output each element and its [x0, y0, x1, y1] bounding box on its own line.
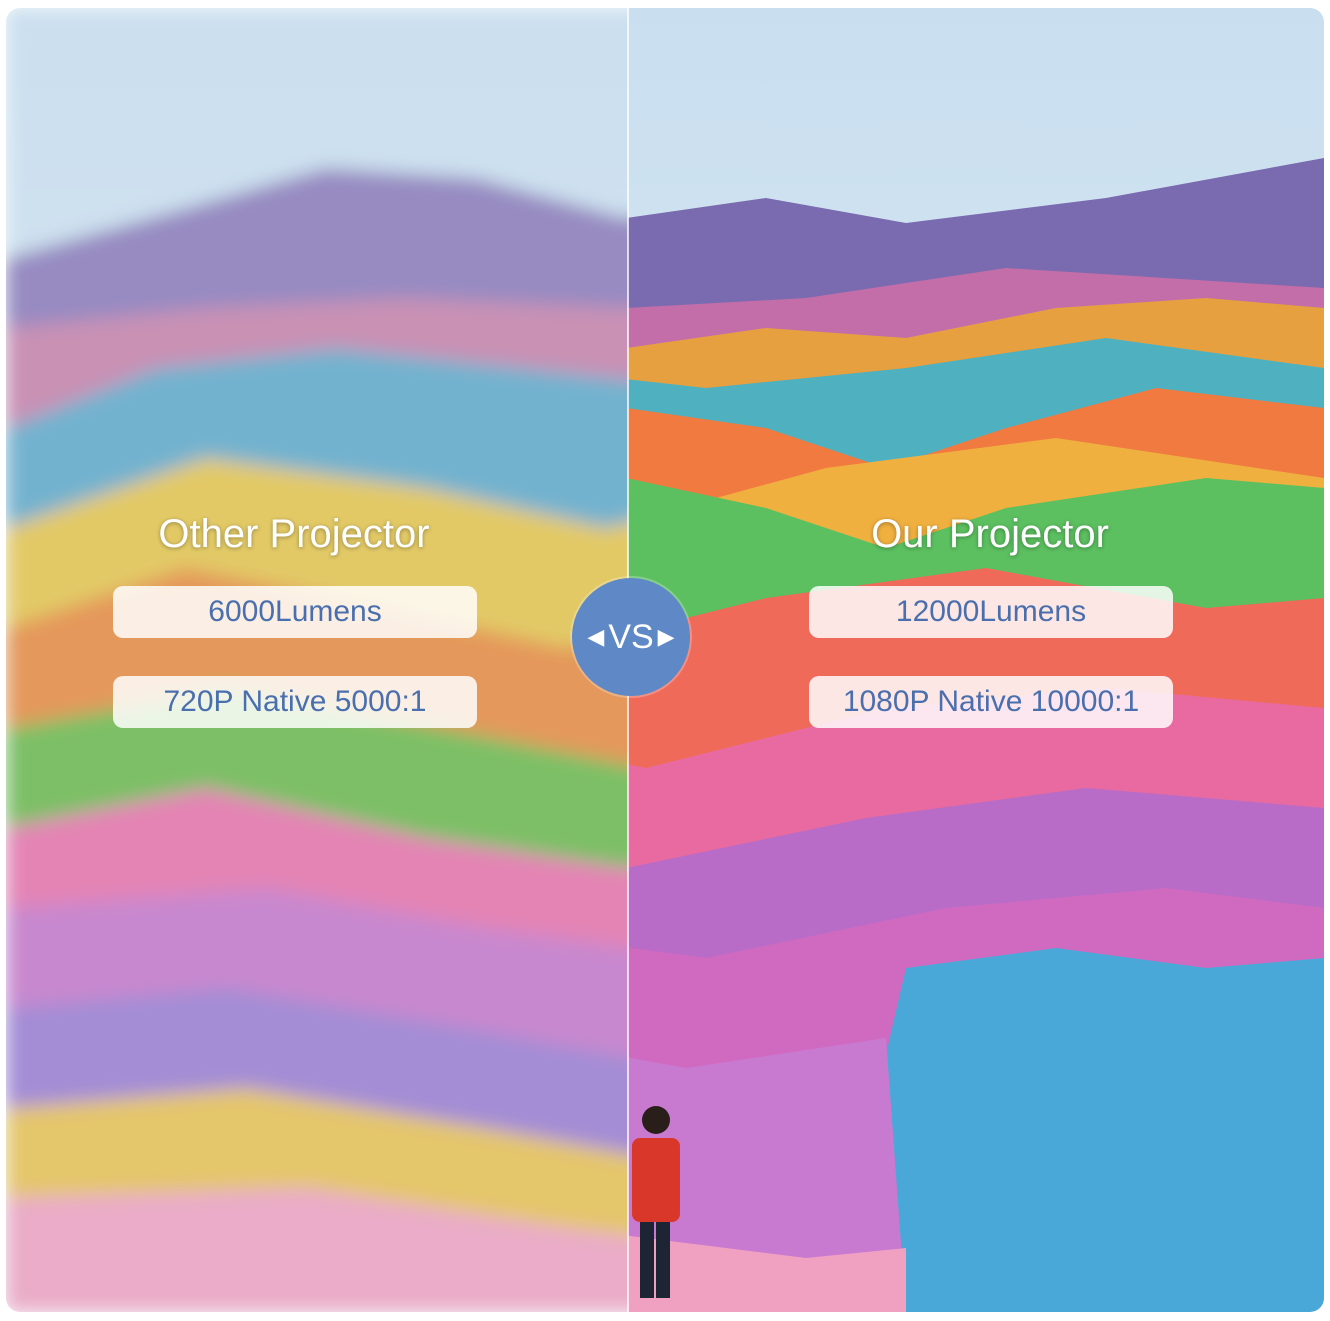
arrow-right-icon: ▶ — [657, 624, 675, 649]
our-projector-title: Our Projector — [871, 512, 1109, 556]
arrow-left-icon: ◀ — [587, 624, 605, 649]
vs-label: VS — [608, 617, 654, 656]
other-projector-resolution: 720P Native 5000:1 — [113, 676, 477, 728]
our-projector-resolution: 1080P Native 10000:1 — [809, 676, 1173, 728]
our-projector-brightness: 12000Lumens — [809, 586, 1173, 638]
our-projector-scene — [628, 8, 1324, 1312]
vs-badge: ◀ VS ▶ — [572, 578, 690, 696]
comparison-image: Other Projector 6000Lumens 720P Native 5… — [6, 8, 1324, 1312]
other-projector-title: Other Projector — [158, 512, 430, 556]
image-overlay — [6, 8, 628, 1312]
other-projector-brightness: 6000Lumens — [113, 586, 477, 638]
